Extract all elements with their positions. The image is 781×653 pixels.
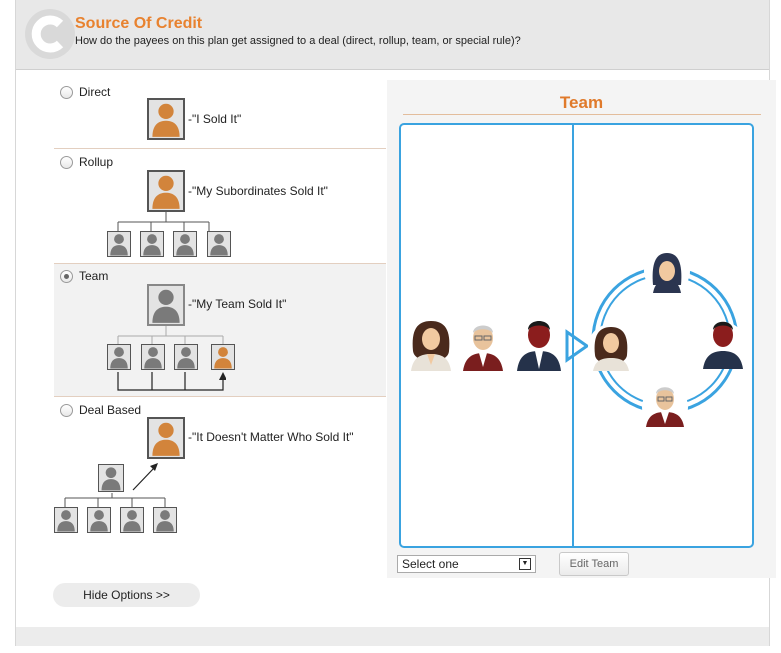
person-icon [147, 170, 185, 212]
avatar-woman-icon [588, 324, 634, 371]
avatar-man-icon [700, 321, 746, 369]
panel-title-rule [403, 114, 761, 115]
footer-bar [16, 627, 769, 646]
radio-label-team: Team [79, 269, 109, 283]
radio-team[interactable]: Team [60, 269, 108, 283]
person-icon [147, 417, 185, 459]
avatar-older-man-icon [463, 325, 503, 371]
avatar-woman-glasses-icon [644, 248, 690, 294]
deal-based-quote: -"It Doesn't Matter Who Sold It" [188, 430, 354, 444]
deal-member-icon [153, 507, 177, 533]
chevron-down-icon[interactable]: ▼ [519, 558, 531, 570]
deal-member-icon [54, 507, 78, 533]
team-member-icon [174, 344, 198, 370]
deal-based-tree-lines [64, 463, 166, 508]
team-select[interactable]: Select one ▼ [397, 555, 536, 573]
team-member-icon [107, 344, 131, 370]
subordinate-icon [207, 231, 231, 257]
team-member-icon [211, 344, 235, 370]
team-diagram [399, 123, 754, 548]
team-member-icon [141, 344, 165, 370]
team-illustration [411, 248, 746, 430]
subordinate-icon [140, 231, 164, 257]
radio-button[interactable] [60, 403, 73, 417]
edit-team-button[interactable]: Edit Team [559, 552, 629, 576]
avatar-man-icon [517, 321, 561, 371]
rollup-quote: -"My Subordinates Sold It" [188, 184, 328, 198]
team-preview-panel: Team Select one ▼ Edit Team [387, 80, 776, 578]
page-subtitle: How do the payees on this plan get assig… [75, 35, 521, 47]
team-quote: -"My Team Sold It" [188, 297, 287, 311]
person-icon [147, 284, 185, 326]
person-icon [147, 98, 185, 140]
direct-quote: -"I Sold It" [188, 112, 242, 126]
deal-member-icon [87, 507, 111, 533]
avatar-woman-icon [411, 321, 451, 371]
rollup-tree-lines [117, 212, 210, 232]
radio-button[interactable] [60, 155, 73, 169]
radio-button-selected[interactable] [60, 269, 73, 283]
subordinate-icon [107, 231, 131, 257]
radio-label-deal-based: Deal Based [79, 403, 142, 417]
source-of-credit-panel: Source Of Credit How do the payees on th… [15, 0, 776, 646]
panel-title: Team [559, 93, 604, 112]
radio-direct[interactable]: Direct [60, 85, 110, 99]
arrow-right-icon [565, 329, 590, 363]
subordinate-icon [173, 231, 197, 257]
deal-member-icon [120, 507, 144, 533]
page-title: Source Of Credit [75, 15, 203, 32]
app-logo-icon [25, 9, 75, 59]
radio-button[interactable] [60, 85, 73, 99]
radio-deal-based[interactable]: Deal Based [60, 403, 141, 417]
option-divider [54, 148, 386, 149]
hide-options-button[interactable]: Hide Options >> [53, 583, 200, 607]
team-select-value: Select one [402, 557, 459, 571]
header-bar: Source Of Credit How do the payees on th… [16, 0, 769, 70]
avatar-older-man-icon [642, 384, 688, 430]
radio-rollup[interactable]: Rollup [60, 155, 113, 169]
option-divider [54, 263, 386, 264]
radio-label-direct: Direct [79, 85, 111, 99]
option-divider [54, 396, 386, 397]
radio-label-rollup: Rollup [79, 155, 114, 169]
